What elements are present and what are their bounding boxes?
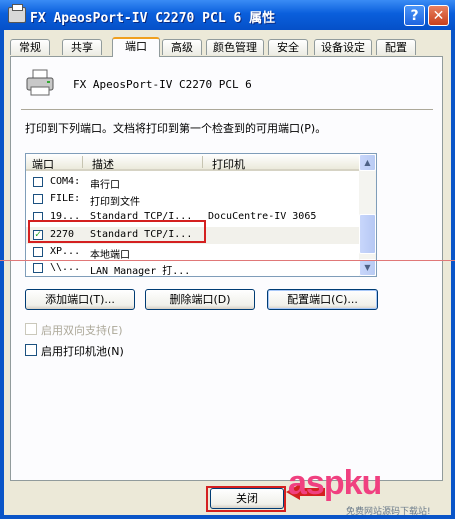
port-printer: DocuCentre-IV 3065	[208, 211, 317, 222]
tab-color-management[interactable]: 颜色管理	[206, 39, 264, 55]
column-printer[interactable]: 打印机	[212, 156, 245, 172]
port-checkbox[interactable]	[33, 177, 43, 187]
watermark-logo: aspku	[288, 464, 382, 502]
guide-line	[0, 260, 455, 261]
tab-ports[interactable]: 端口	[112, 37, 160, 57]
printer-icon	[26, 69, 54, 96]
port-name: COM4:	[50, 176, 81, 187]
port-row[interactable]: \\... LAN Manager 打...	[26, 260, 360, 277]
tab-device-settings[interactable]: 设备设定	[314, 39, 372, 55]
column-description[interactable]: 描述	[92, 156, 114, 172]
tab-advanced[interactable]: 高级	[162, 39, 202, 55]
port-row[interactable]: XP... 本地端口	[26, 244, 360, 261]
help-button[interactable]: ?	[404, 5, 425, 26]
tab-general[interactable]: 常规	[10, 39, 50, 55]
port-list[interactable]: 端口 描述 打印机 COM4: 串行口 FILE: 打印到文件 19... St…	[25, 153, 377, 277]
printer-name: FX ApeosPort-IV C2270 PCL 6	[73, 78, 252, 91]
printer-icon	[8, 4, 26, 23]
port-description: 打印到文件	[90, 197, 140, 208]
highlight-box-close	[206, 486, 286, 512]
divider	[21, 109, 433, 110]
properties-window: FX ApeosPort-IV C2270 PCL 6 属性 ? ✕ 常规 共享…	[0, 0, 455, 519]
column-port[interactable]: 端口	[32, 156, 54, 172]
list-header: 端口 描述 打印机	[26, 154, 360, 171]
bidirectional-checkbox	[25, 323, 37, 335]
scroll-thumb[interactable]	[359, 214, 376, 254]
port-name: \\...	[50, 262, 81, 273]
port-checkbox[interactable]	[33, 263, 43, 273]
port-row[interactable]: COM4: 串行口	[26, 174, 360, 191]
bidirectional-label: 启用双向支持(E)	[41, 324, 123, 337]
dialog-body: 常规 共享 端口 高级 颜色管理 安全 设备设定 配置 FX ApeosPort…	[4, 30, 451, 515]
add-port-button[interactable]: 添加端口(T)...	[25, 289, 135, 310]
pooling-checkbox[interactable]	[25, 344, 37, 356]
highlight-box-port	[28, 220, 206, 243]
scroll-up-icon[interactable]: ▲	[359, 154, 376, 171]
port-name: XP...	[50, 246, 81, 257]
title-bar[interactable]: FX ApeosPort-IV C2270 PCL 6 属性 ? ✕	[0, 0, 455, 30]
port-checkbox[interactable]	[33, 247, 43, 257]
tab-sharing[interactable]: 共享	[62, 39, 102, 55]
port-checkbox[interactable]	[33, 194, 43, 204]
scroll-down-icon[interactable]: ▼	[359, 259, 376, 276]
port-description: 串行口	[90, 180, 120, 191]
port-description: 本地端口	[90, 250, 130, 261]
close-window-button[interactable]: ✕	[428, 5, 449, 26]
delete-port-button[interactable]: 删除端口(D)	[145, 289, 255, 310]
tab-configuration[interactable]: 配置	[376, 39, 416, 55]
watermark-subtitle: 免费网站源码下载站!	[346, 507, 431, 517]
port-description: LAN Manager 打...	[90, 266, 191, 277]
column-separator	[202, 156, 203, 168]
port-name: FILE:	[50, 193, 81, 204]
port-row[interactable]: FILE: 打印到文件	[26, 191, 360, 208]
vertical-scrollbar[interactable]: ▲ ▼	[359, 154, 376, 276]
pooling-label[interactable]: 启用打印机池(N)	[41, 343, 124, 359]
configure-port-button[interactable]: 配置端口(C)...	[267, 289, 378, 310]
ports-panel: FX ApeosPort-IV C2270 PCL 6 打印到下列端口。文档将打…	[10, 56, 443, 481]
instruction-text: 打印到下列端口。文档将打印到第一个检查到的可用端口(P)。	[25, 122, 327, 135]
column-separator	[82, 156, 83, 168]
tab-security[interactable]: 安全	[268, 39, 308, 55]
window-title: FX ApeosPort-IV C2270 PCL 6 属性	[30, 11, 276, 26]
